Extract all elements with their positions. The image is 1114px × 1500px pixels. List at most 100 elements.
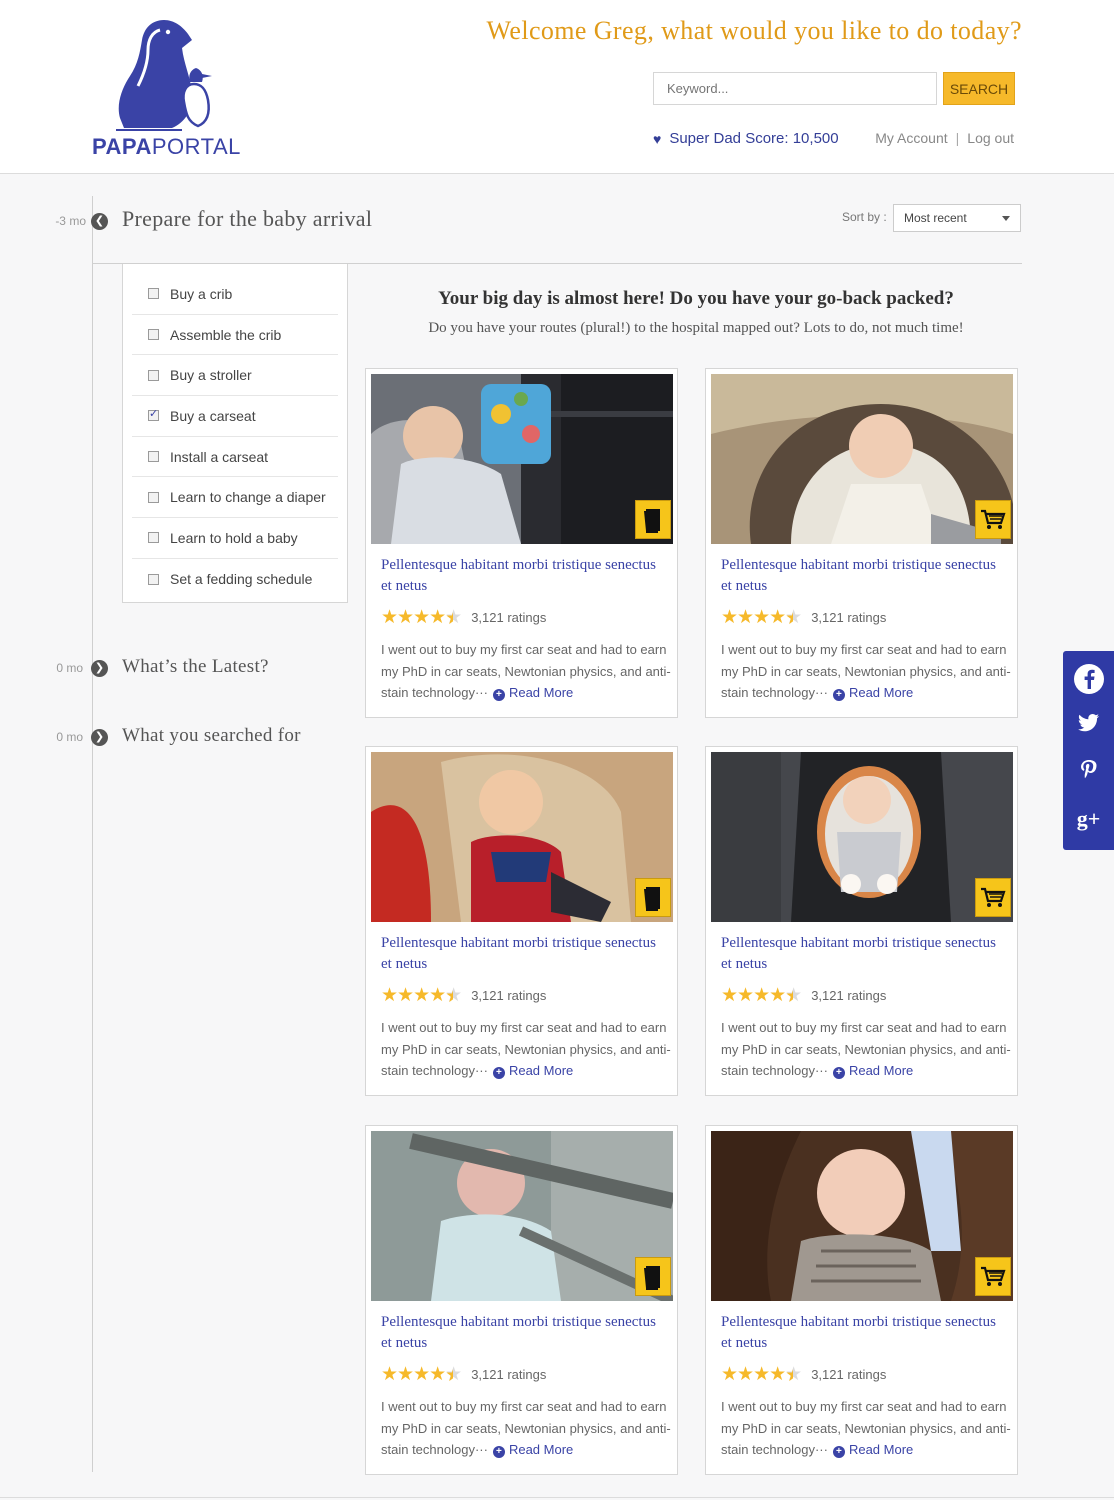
card-title[interactable]: Pellentesque habitant morbi tristique se… xyxy=(721,1312,1006,1354)
article-card[interactable]: Pellentesque habitant morbi tristique se… xyxy=(705,1125,1018,1475)
timeline-line xyxy=(92,196,93,1472)
checklist-item[interactable]: Buy a carseat xyxy=(132,396,338,437)
sort-by-label: Sort by : xyxy=(842,210,887,224)
card-photo[interactable] xyxy=(711,1131,1013,1301)
card-photo[interactable] xyxy=(711,374,1013,544)
card-title[interactable]: Pellentesque habitant morbi tristique se… xyxy=(381,1312,666,1354)
site-header: PAPAPORTAL Welcome Greg, what would you … xyxy=(0,0,1114,174)
footer-divider xyxy=(0,1497,1114,1498)
card-photo[interactable] xyxy=(371,752,673,922)
sort-select[interactable]: Most recent xyxy=(893,204,1021,232)
checkbox[interactable] xyxy=(148,329,159,341)
papa-portal-logo[interactable]: PAPAPORTAL xyxy=(92,18,242,160)
section-title-prepare[interactable]: Prepare for the baby arrival xyxy=(122,206,372,232)
arrow-right-circle-icon[interactable]: ❯ xyxy=(91,660,108,677)
ratings-count: 3,121 ratings xyxy=(471,1367,547,1382)
checklist-item[interactable]: Set a fedding schedule xyxy=(132,559,338,600)
read-more-link[interactable]: + Read More xyxy=(492,1442,573,1458)
penguin-logo-icon xyxy=(116,20,212,131)
read-more-link[interactable]: + Read More xyxy=(832,1063,914,1079)
plus-circle-icon: + xyxy=(832,1446,845,1458)
read-more-label: Read More xyxy=(848,1063,914,1078)
article-card[interactable]: Pellentesque habitant morbi tristique se… xyxy=(365,746,678,1096)
timeline-month-label: 0 mo xyxy=(56,661,83,675)
search-input[interactable] xyxy=(653,72,937,105)
checkbox[interactable] xyxy=(148,288,159,300)
article-card[interactable]: Pellentesque habitant morbi tristique se… xyxy=(365,1125,678,1475)
ratings-count: 3,121 ratings xyxy=(471,610,547,625)
baby-carseat-photo xyxy=(371,752,673,922)
checklist-item[interactable]: Install a carseat xyxy=(132,437,338,478)
logout-link[interactable]: Log out xyxy=(967,130,1014,146)
my-account-link[interactable]: My Account xyxy=(875,130,947,146)
card-title[interactable]: Pellentesque habitant morbi tristique se… xyxy=(381,933,666,975)
plus-circle-icon: + xyxy=(832,689,845,701)
arrow-right-circle-icon[interactable]: ❯ xyxy=(91,729,108,746)
baby-carseat-photo xyxy=(711,752,1013,922)
plus-circle-icon: + xyxy=(832,1067,845,1079)
cart-icon[interactable] xyxy=(975,500,1011,539)
read-more-link[interactable]: + Read More xyxy=(492,685,573,701)
social-share-bar: g+ xyxy=(1063,651,1114,850)
checklist-item[interactable]: Learn to hold a baby xyxy=(132,518,338,559)
checklist-item[interactable]: Learn to change a diaper xyxy=(132,477,338,519)
card-title[interactable]: Pellentesque habitant morbi tristique se… xyxy=(381,555,666,597)
chevron-down-icon xyxy=(1002,216,1010,221)
star-rating: ★★★★★ 3,121 ratings xyxy=(721,1363,886,1386)
task-checklist: Buy a crib Assemble the crib Buy a strol… xyxy=(122,264,348,603)
star-rating: ★★★★★ 3,121 ratings xyxy=(381,984,546,1007)
checklist-item-label: Learn to change a diaper xyxy=(170,489,326,506)
facebook-icon[interactable] xyxy=(1063,651,1114,699)
stars-icon: ★★★★★ xyxy=(381,606,462,629)
search-button[interactable]: SEARCH xyxy=(943,72,1015,105)
card-photo[interactable] xyxy=(711,752,1013,922)
arrow-left-circle-icon[interactable]: ❮ xyxy=(91,213,108,230)
twitter-icon[interactable] xyxy=(1063,699,1114,747)
card-description: I went out to buy my first car seat and … xyxy=(721,1396,1011,1461)
card-title[interactable]: Pellentesque habitant morbi tristique se… xyxy=(721,933,1006,975)
stars-icon: ★★★★★ xyxy=(721,984,802,1007)
checkbox[interactable] xyxy=(148,573,159,585)
checkbox[interactable] xyxy=(148,369,159,381)
checklist-item[interactable]: Buy a stroller xyxy=(132,355,338,397)
checkbox[interactable] xyxy=(148,532,159,544)
article-card[interactable]: Pellentesque habitant morbi tristique se… xyxy=(705,746,1018,1096)
card-description: I went out to buy my first car seat and … xyxy=(381,1396,671,1461)
article-card[interactable]: Pellentesque habitant morbi tristique se… xyxy=(365,368,678,718)
section-title-latest[interactable]: What’s the Latest? xyxy=(122,656,269,678)
pinterest-icon[interactable] xyxy=(1063,747,1114,795)
card-title[interactable]: Pellentesque habitant morbi tristique se… xyxy=(721,555,1006,597)
document-icon[interactable] xyxy=(635,500,671,539)
document-icon[interactable] xyxy=(635,1257,671,1296)
card-photo[interactable] xyxy=(371,374,673,544)
google-plus-icon[interactable]: g+ xyxy=(1063,795,1114,843)
timeline-month-label: -3 mo xyxy=(55,214,86,228)
welcome-message: Welcome Greg, what would you like to do … xyxy=(486,16,1022,45)
card-description: I went out to buy my first car seat and … xyxy=(381,639,671,704)
card-photo[interactable] xyxy=(371,1131,673,1301)
baby-carseat-photo xyxy=(711,1131,1013,1301)
baby-carseat-photo xyxy=(711,374,1013,544)
read-more-link[interactable]: + Read More xyxy=(492,1063,573,1079)
score-label: Super Dad Score: 10,500 xyxy=(669,130,839,147)
read-more-link[interactable]: + Read More xyxy=(832,1442,913,1458)
checklist-item-label: Learn to hold a baby xyxy=(170,529,298,546)
section-title-searched[interactable]: What you searched for xyxy=(122,725,301,747)
read-more-link[interactable]: + Read More xyxy=(832,685,913,701)
document-icon[interactable] xyxy=(635,878,671,917)
checkbox-checked[interactable] xyxy=(148,407,159,422)
baby-carseat-photo xyxy=(371,374,673,544)
article-card[interactable]: Pellentesque habitant morbi tristique se… xyxy=(705,368,1018,718)
checkbox[interactable] xyxy=(148,451,159,463)
plus-circle-icon: + xyxy=(492,1067,505,1079)
checklist-item[interactable]: Assemble the crib xyxy=(132,315,338,356)
checklist-item[interactable]: Buy a crib xyxy=(132,274,338,315)
cart-icon[interactable] xyxy=(975,1257,1011,1296)
cart-icon[interactable] xyxy=(975,878,1011,917)
checklist-item-label: Set a fedding schedule xyxy=(170,571,313,588)
super-dad-score: ♥ Super Dad Score: 10,500 xyxy=(653,130,839,147)
main-subhead: Do you have your routes (plural!) to the… xyxy=(428,320,964,336)
logo-wordmark: PAPAPORTAL xyxy=(92,134,241,160)
checkbox[interactable] xyxy=(148,491,159,503)
star-rating: ★★★★★ 3,121 ratings xyxy=(381,1363,546,1386)
